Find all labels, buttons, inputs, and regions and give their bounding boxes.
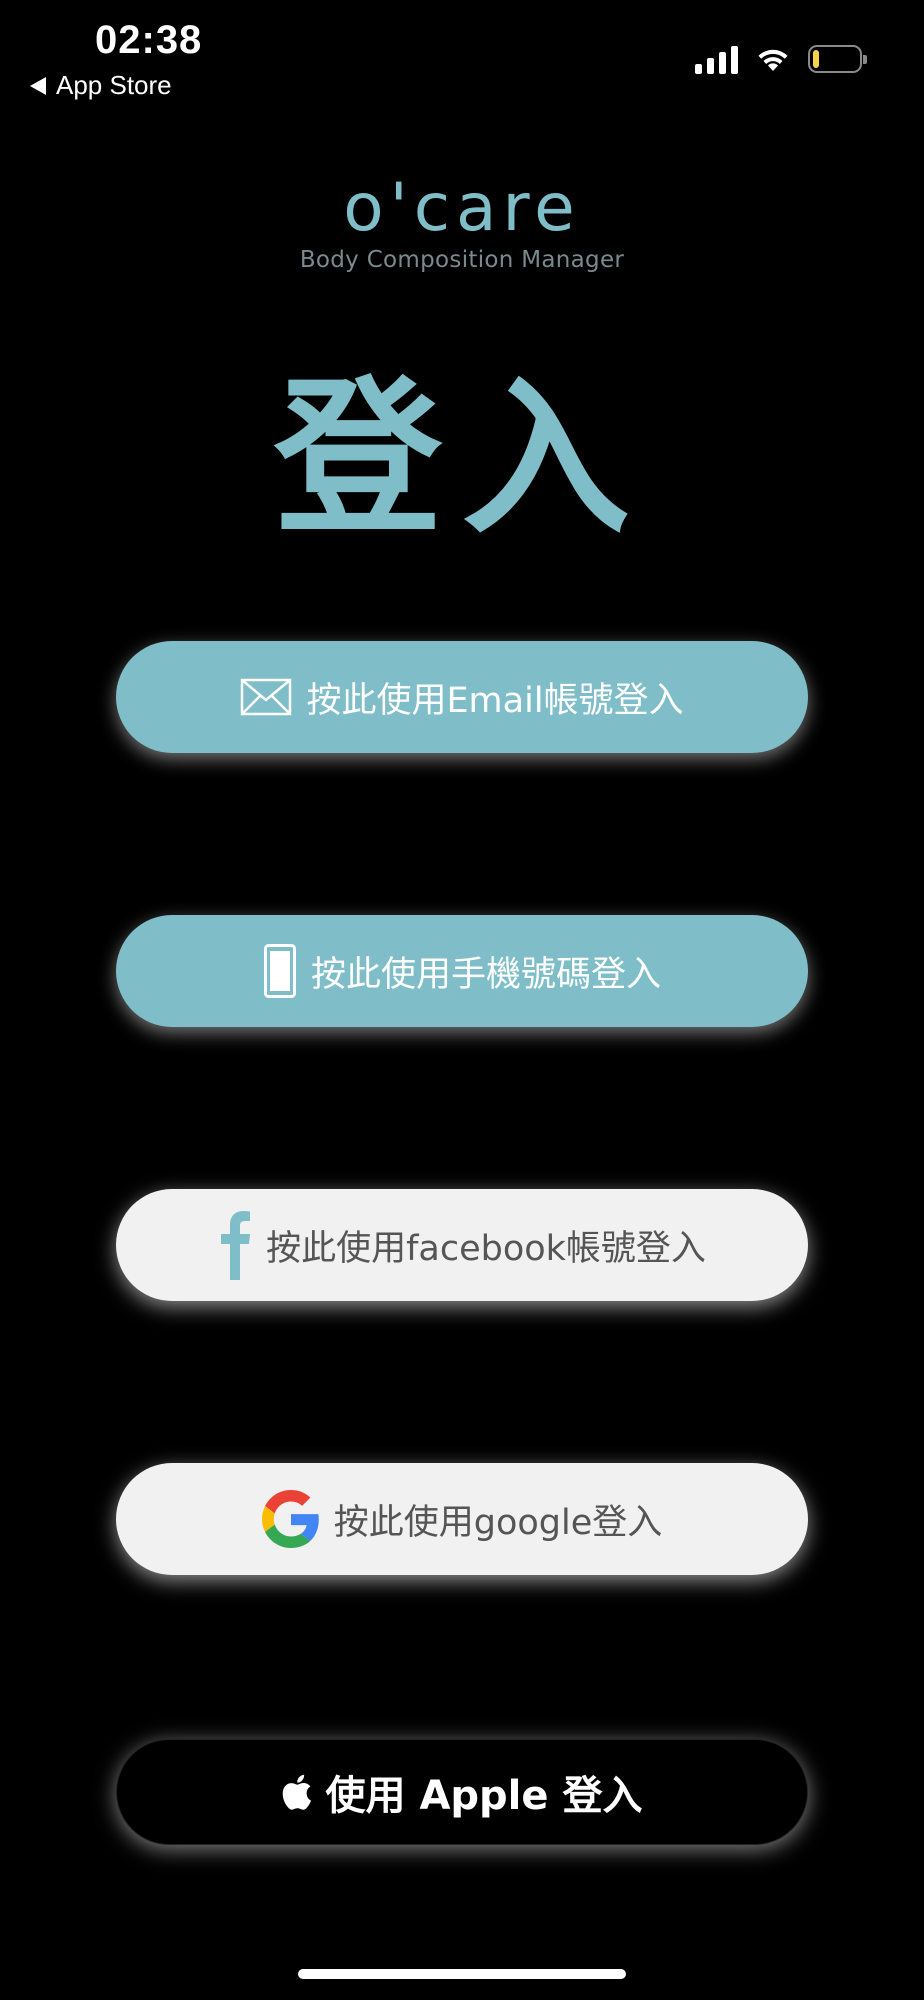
brand-logo: o'care Body Composition Manager (0, 169, 924, 274)
page-title: 登入 (274, 361, 650, 557)
battery-level (813, 50, 819, 68)
apple-icon (282, 1774, 312, 1810)
phone-login-label: 按此使用手機號碼登入 (310, 954, 661, 995)
login-screen: 02:38 App Store o'care Body Composition … (0, 0, 924, 2000)
wifi-icon (754, 45, 792, 73)
email-login-label: 按此使用Email帳號登入 (306, 680, 684, 721)
google-icon (261, 1490, 320, 1548)
facebook-login-button[interactable]: 按此使用facebook帳號登入 (116, 1189, 808, 1301)
apple-login-button[interactable]: 使用 Apple 登入 (116, 1739, 808, 1845)
apple-login-label: 使用 Apple 登入 (325, 1773, 643, 1819)
phone-login-button[interactable]: 按此使用手機號碼登入 (116, 915, 808, 1027)
back-to-app-store-link[interactable]: App Store (30, 70, 172, 101)
battery-icon (808, 45, 867, 73)
email-login-button[interactable]: 按此使用Email帳號登入 (116, 641, 808, 753)
back-label: App Store (56, 70, 172, 100)
phone-icon (263, 943, 297, 999)
logo-wordmark: o'care (343, 169, 581, 246)
envelope-icon (240, 678, 292, 716)
google-login-button[interactable]: 按此使用google登入 (116, 1463, 808, 1575)
status-icons (695, 44, 867, 74)
cellular-signal-icon (695, 44, 738, 74)
facebook-login-label: 按此使用facebook帳號登入 (266, 1228, 706, 1269)
facebook-icon (218, 1210, 252, 1280)
home-indicator[interactable] (298, 1969, 626, 1979)
back-arrow-icon (30, 76, 46, 95)
logo-tagline: Body Composition Manager (299, 247, 625, 273)
google-login-label: 按此使用google登入 (333, 1502, 663, 1543)
status-time: 02:38 (95, 18, 203, 62)
